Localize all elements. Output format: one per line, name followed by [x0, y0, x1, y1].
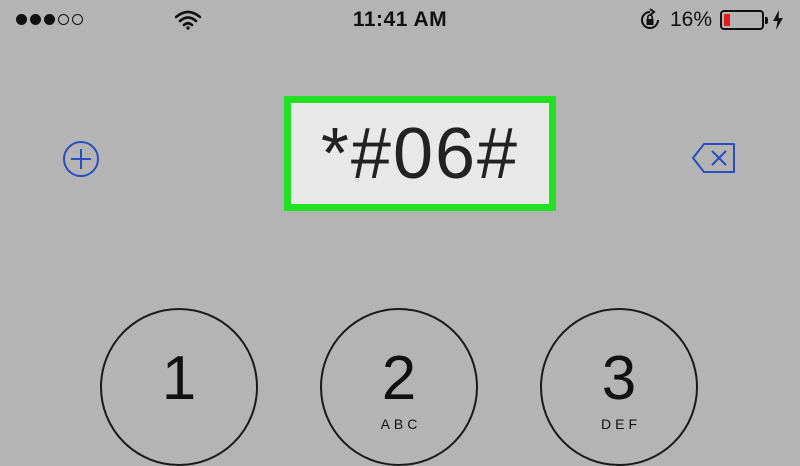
- status-bar: 11:41 AM 16%: [0, 0, 800, 42]
- delete-button[interactable]: [690, 140, 738, 176]
- key-digit: 1: [161, 344, 197, 413]
- plus-circle-icon: [63, 141, 99, 177]
- battery-level-fill: [724, 14, 731, 26]
- battery-percentage: 16%: [669, 8, 712, 31]
- add-contact-button[interactable]: [60, 138, 102, 180]
- charging-bolt-icon: [773, 10, 783, 30]
- backspace-icon: [692, 143, 735, 173]
- key-letters: ABC: [380, 416, 422, 432]
- keypad-key-3[interactable]: 3 DEF: [540, 308, 698, 466]
- key-digit: 2: [381, 344, 417, 413]
- keypad-key-1[interactable]: 1: [100, 308, 258, 466]
- key-digit: 3: [601, 344, 637, 413]
- key-letters: DEF: [601, 416, 641, 432]
- keypad-key-2[interactable]: 2 ABC: [320, 308, 478, 466]
- orientation-lock-icon: [641, 8, 659, 29]
- battery-icon: [720, 10, 768, 30]
- number-display: *#06#: [284, 96, 556, 211]
- entered-number: *#06#: [320, 113, 520, 194]
